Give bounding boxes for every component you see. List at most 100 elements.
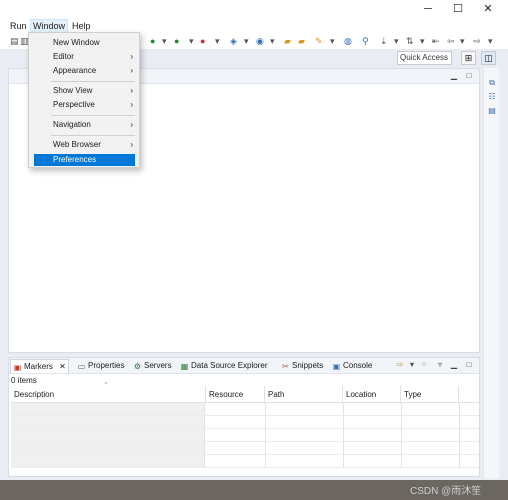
run-icon[interactable]: ● (150, 35, 155, 47)
dropdown-arrow-icon[interactable]: ▾ (488, 35, 493, 47)
maximize-view-icon[interactable]: □ (464, 360, 474, 370)
menu-item-perspective[interactable]: Perspective › (29, 99, 139, 111)
servers-icon: ⚙ (133, 362, 142, 371)
new-server-icon[interactable]: ◈ (230, 35, 237, 47)
open-folder-icon[interactable]: ▰ (284, 35, 291, 47)
column-resource[interactable]: Resource (206, 386, 265, 403)
dropdown-arrow-icon[interactable]: ▾ (394, 35, 399, 47)
minimize-view-icon[interactable]: ▁ (449, 360, 459, 370)
console-icon: ▣ (332, 362, 341, 371)
column-path[interactable]: Path (265, 386, 343, 403)
toolbar-icon[interactable]: ▤ (10, 35, 19, 47)
tab-label: Markers (24, 362, 53, 371)
external-tools-icon[interactable]: ● (200, 35, 205, 47)
menu-item-navigation[interactable]: Navigation › (29, 119, 139, 131)
annotation-icon[interactable]: ⇣ (380, 35, 388, 47)
outline-icon[interactable]: ☷ (487, 92, 497, 102)
dropdown-arrow-icon[interactable]: ▾ (330, 35, 335, 47)
submenu-arrow-icon: › (130, 52, 133, 61)
minimize-view-icon[interactable]: ▁ (449, 71, 459, 81)
tab-label: Properties (88, 361, 125, 370)
column-type[interactable]: Type (401, 386, 459, 403)
properties-icon: ▭ (77, 362, 86, 371)
menu-item-preferences[interactable]: Preferences (34, 154, 135, 166)
tab-console[interactable]: ▣ Console (330, 359, 374, 373)
submenu-arrow-icon: › (130, 66, 133, 75)
open-file-icon[interactable]: ▰ (298, 35, 305, 47)
close-tab-icon[interactable]: ✕ (59, 362, 66, 371)
tab-label: Console (343, 361, 373, 370)
bottom-view-panel: ▣ Markers ✕ ▭ Properties ⚙ Servers ▦ Data So… (8, 357, 480, 477)
submenu-arrow-icon: › (130, 100, 133, 109)
tab-label: Data Source Explorer (191, 361, 268, 370)
dropdown-arrow-icon[interactable]: ▾ (420, 35, 425, 47)
menu-item-new-window[interactable]: New Window (29, 37, 139, 49)
dropdown-arrow-icon[interactable]: ▾ (189, 35, 194, 47)
tab-properties[interactable]: ▭ Properties (75, 359, 126, 373)
dropdown-arrow-icon[interactable]: ▾ (460, 35, 465, 47)
menu-separator (51, 135, 135, 136)
dropdown-arrow-icon[interactable]: ▾ (244, 35, 249, 47)
menu-separator (51, 81, 135, 82)
items-count: 0 items (11, 376, 37, 385)
dropdown-arrow-icon[interactable]: ▾ (215, 35, 220, 47)
submenu-arrow-icon: › (130, 120, 133, 129)
restore-icon[interactable]: ⧉ (487, 78, 497, 88)
menu-run[interactable]: Run (8, 20, 29, 32)
markers-icon: ▣ (13, 363, 22, 372)
globe-icon[interactable]: ◍ (344, 35, 352, 47)
submenu-arrow-icon: › (130, 86, 133, 95)
open-perspective-icon[interactable]: ⊞ (461, 51, 476, 65)
maximize-icon[interactable]: ☐ (448, 2, 468, 17)
debug-icon[interactable]: ● (174, 35, 179, 47)
window-menu-dropdown: New Window Editor › Appearance › Show View… (28, 32, 140, 168)
back-icon[interactable]: ⇦ (447, 35, 455, 47)
edit-icon[interactable]: ✎ (315, 35, 323, 47)
menu-help[interactable]: Help (70, 20, 93, 32)
next-annotation-icon[interactable]: ⇅ (406, 35, 414, 47)
table-row (11, 416, 479, 429)
watermark: CSDN @雨沐笙 (410, 486, 482, 497)
table-row (11, 403, 479, 416)
focus-icon[interactable]: ⇨ (395, 360, 405, 370)
quick-access-field[interactable]: Quick Access (397, 51, 452, 65)
tab-servers[interactable]: ⚙ Servers (131, 359, 174, 373)
tab-markers[interactable]: ▣ Markers ✕ (10, 359, 69, 373)
java-ee-perspective-icon[interactable]: ◫ (481, 51, 496, 65)
snippets-icon: ✂ (282, 362, 289, 371)
dropdown-arrow-icon[interactable]: ▾ (270, 35, 275, 47)
tab-snippets[interactable]: ✂ Snippets (279, 359, 325, 373)
menu-item-appearance[interactable]: Appearance › (29, 65, 139, 77)
sort-indicator-icon: ⌃ (103, 382, 109, 389)
table-header: Description ⌃ Resource Path Location Typ… (11, 382, 479, 403)
tab-data-source-explorer[interactable]: ▦ Data Source Explorer (178, 359, 269, 373)
tab-label: Servers (144, 361, 172, 370)
dropdown-arrow-icon[interactable]: ▾ (162, 35, 167, 47)
submenu-arrow-icon: › (130, 140, 133, 149)
dropdown-arrow-icon[interactable]: ▾ (407, 360, 417, 370)
view-menu-icon[interactable]: ▿ (435, 360, 445, 370)
data-source-icon: ▦ (180, 362, 189, 371)
menu-window[interactable]: Window (30, 19, 69, 33)
window-titlebar: ─ ☐ ✕ (0, 0, 508, 19)
right-trim-stack: ⧉ ☷ ▤ (483, 68, 499, 478)
table-row (11, 455, 479, 468)
search-icon[interactable]: ⚲ (362, 35, 369, 47)
configure-contents-icon[interactable]: ⁘ (419, 360, 429, 370)
task-list-icon[interactable]: ▤ (487, 106, 497, 116)
table-row (11, 442, 479, 455)
column-location[interactable]: Location (343, 386, 401, 403)
menu-item-web-browser[interactable]: Web Browser › (29, 139, 139, 151)
minimize-icon[interactable]: ─ (418, 2, 438, 17)
table-row (11, 429, 479, 442)
view-tabs: ▣ Markers ✕ ▭ Properties ⚙ Servers ▦ Data So… (9, 358, 479, 374)
close-icon[interactable]: ✕ (478, 2, 498, 17)
tab-label: Snippets (292, 361, 324, 370)
maximize-view-icon[interactable]: □ (464, 71, 474, 81)
menu-item-show-view[interactable]: Show View › (29, 85, 139, 97)
menu-item-editor[interactable]: Editor › (29, 51, 139, 63)
forward-icon[interactable]: ⇨ (473, 35, 481, 47)
menu-separator (51, 115, 135, 116)
new-web-icon[interactable]: ◉ (256, 35, 264, 47)
last-edit-icon[interactable]: ⇤ (432, 35, 440, 47)
